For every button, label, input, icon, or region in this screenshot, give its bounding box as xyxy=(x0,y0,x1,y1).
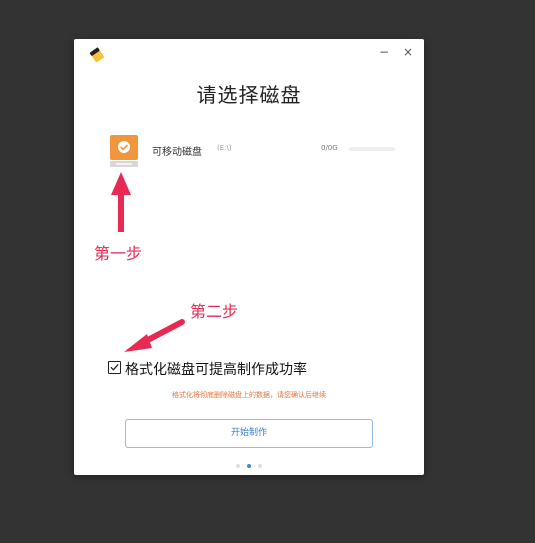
format-checkbox[interactable] xyxy=(108,361,121,374)
disk-size: 0/0G xyxy=(321,144,338,152)
pagination-dot xyxy=(258,464,262,468)
app-logo-icon xyxy=(88,46,106,64)
disk-name: 可移动磁盘 xyxy=(152,147,202,158)
removable-disk-icon xyxy=(108,134,140,170)
format-checkbox-label[interactable]: 格式化磁盘可提高制作成功率 xyxy=(125,359,307,379)
disk-list-item[interactable]: 可移动磁盘 (E:\) 0/0G xyxy=(102,131,402,171)
checkmark-icon xyxy=(110,364,119,371)
pagination-dots xyxy=(236,464,262,470)
pagination-dot-active xyxy=(247,464,251,468)
format-warning-text: 格式化将彻底删除磁盘上的数据，请您确认后继续 xyxy=(172,391,326,399)
step1-annotation: 第一步 xyxy=(94,244,143,263)
minimize-button[interactable]: − xyxy=(377,45,391,59)
start-button[interactable]: 开始制作 xyxy=(125,419,373,448)
disk-usage-bar xyxy=(349,147,395,151)
step2-annotation: 第二步 xyxy=(190,302,239,321)
page-title: 请选择磁盘 xyxy=(196,83,302,107)
disk-path: (E:\) xyxy=(217,144,232,152)
close-button[interactable]: × xyxy=(401,45,415,59)
pagination-dot xyxy=(236,464,240,468)
desktop-background: − × 请选择磁盘 可移动磁盘 (E:\) 0/0G 格式化磁盘可提高制作成功率… xyxy=(0,0,535,543)
format-option: 格式化磁盘可提高制作成功率 xyxy=(108,359,408,379)
